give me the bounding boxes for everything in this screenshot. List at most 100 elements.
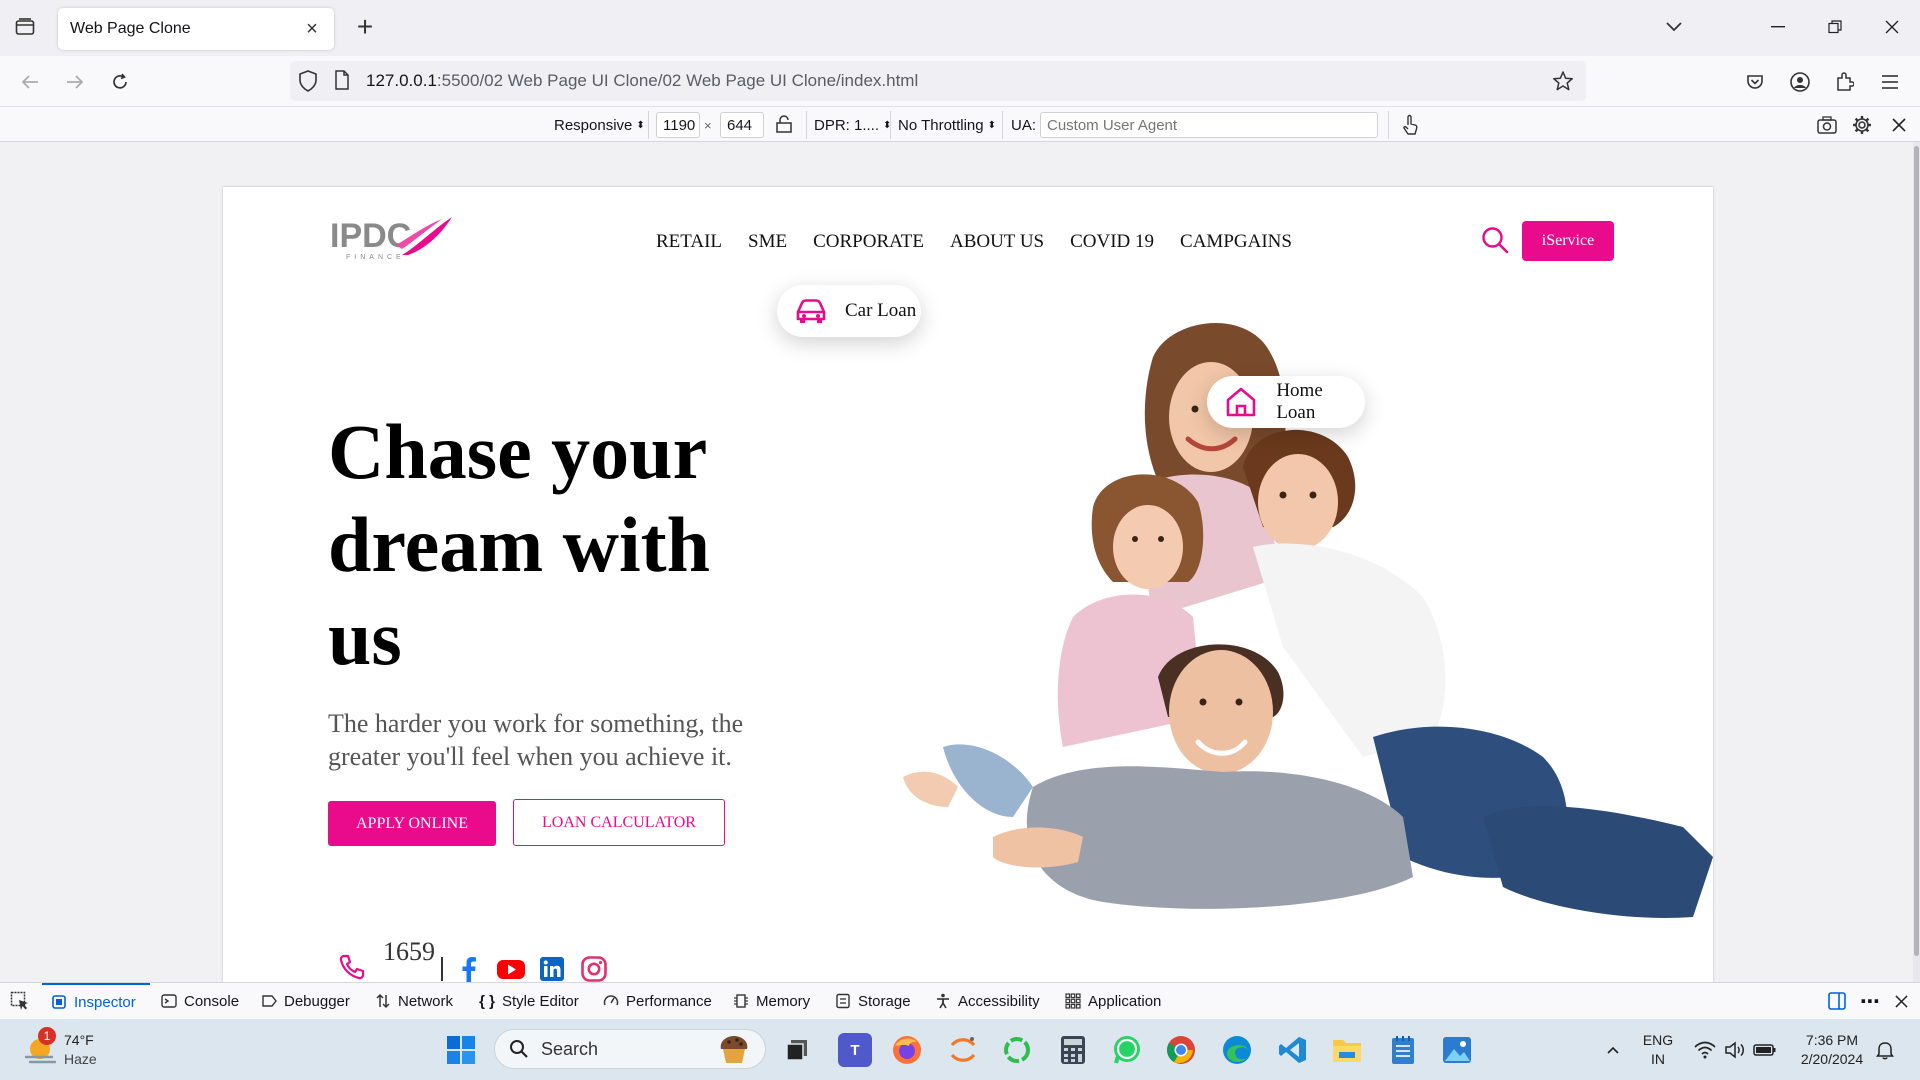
volume-icon[interactable] [1718,1033,1752,1067]
search-icon[interactable] [1480,225,1510,255]
bookmark-star-icon[interactable] [1552,70,1574,97]
throttling-selector[interactable]: No Throttling ⬍ [898,113,996,137]
start-windows-icon[interactable] [444,1033,478,1067]
youtube-icon[interactable] [496,955,525,982]
clock[interactable]: 7:36 PM 2/20/2024 [1786,1031,1878,1069]
edge-icon[interactable] [1220,1033,1254,1067]
show-hidden-icons-chevron[interactable] [1596,1033,1630,1067]
network-icon [374,992,392,1010]
tab-memory[interactable]: Memory [732,983,810,1019]
more-options-icon[interactable]: ⋯ [1860,983,1880,1019]
task-view-icon[interactable] [780,1033,814,1067]
dpr-selector[interactable]: DPR: 1.... ⬍ [814,113,891,137]
tab-network[interactable]: Network [374,983,453,1019]
separator [648,111,649,139]
storage-icon [834,992,852,1010]
extensions-icon[interactable] [1828,66,1860,98]
tab-application-label: Application [1088,992,1162,1010]
tab-storage[interactable]: Storage [834,983,911,1019]
close-window-icon[interactable] [1877,12,1907,42]
reload-icon[interactable] [104,66,136,98]
restore-icon[interactable] [1820,12,1850,42]
jupyter-icon[interactable] [946,1033,980,1067]
tab-inspector[interactable]: Inspector [42,983,150,1019]
rotate-icon[interactable] [774,113,794,137]
tab-performance[interactable]: Performance [602,983,712,1019]
tab-storage-label: Storage [858,992,911,1010]
taskbar-search-box[interactable]: Search [494,1029,766,1069]
scrollbar-thumb[interactable] [1914,146,1919,956]
chrome-icon[interactable] [1164,1033,1198,1067]
separator [1388,111,1389,139]
instagram-icon[interactable] [580,955,608,982]
pocket-icon[interactable] [1739,66,1771,98]
address-bar[interactable]: 127.0.0.1:5500/02 Web Page UI Clone/02 W… [290,61,1586,101]
menu-item-retail[interactable]: RETAIL [656,231,722,253]
language-code: ENG [1642,1032,1674,1048]
viewport-width-input[interactable]: 1190 [656,112,700,138]
viewport-height-input[interactable]: 644 [720,112,764,138]
list-all-tabs-icon[interactable] [12,14,38,40]
menu-item-about-us[interactable]: ABOUT US [950,231,1044,253]
new-tab-icon[interactable]: + [350,13,380,43]
file-explorer-icon[interactable] [1330,1033,1364,1067]
vscode-icon[interactable] [1276,1033,1310,1067]
language-indicator[interactable]: ENG IN [1638,1031,1678,1069]
wifi-icon[interactable] [1688,1033,1722,1067]
battery-icon[interactable] [1748,1033,1782,1067]
phone-icon[interactable] [338,953,366,982]
tab-style-editor-label: Style Editor [502,992,579,1010]
tab-title: Web Page Clone [70,20,191,37]
calculator-icon[interactable] [1056,1033,1090,1067]
linkedin-icon[interactable] [538,955,566,982]
braces-icon: { } [479,992,495,1010]
element-picker-icon[interactable] [10,983,30,1019]
close-devtools-icon[interactable] [1895,983,1908,1019]
firefox-icon[interactable] [890,1033,924,1067]
home-loan-badge[interactable]: Home Loan [1207,376,1365,428]
tab-accessibility[interactable]: Accessibility [934,983,1040,1019]
tab-console[interactable]: Console [160,983,239,1019]
tab-close-icon[interactable]: × [302,18,322,40]
browser-tab[interactable]: Web Page Clone × [58,8,334,50]
tab-application[interactable]: Application [1064,983,1161,1019]
notepad-icon[interactable] [1386,1033,1420,1067]
notification-bell-icon[interactable] [1868,1033,1902,1067]
viewport-scrollbar[interactable] [1913,142,1920,982]
page-icon [334,70,350,95]
user-agent-input[interactable] [1040,112,1378,138]
ipdc-logo[interactable]: IPDC FINANCE [330,215,454,261]
car-loan-badge[interactable]: Car Loan [777,285,921,337]
account-icon[interactable] [1784,66,1816,98]
forward-icon[interactable] [59,66,91,98]
photos-icon[interactable] [1440,1033,1474,1067]
back-icon[interactable] [14,66,46,98]
apply-online-button[interactable]: APPLY ONLINE [328,801,496,846]
menu-item-campgains[interactable]: CAMPGAINS [1180,231,1292,253]
touch-simulation-icon[interactable] [1400,113,1420,137]
close-rdm-icon[interactable] [1892,113,1906,137]
iservice-button[interactable]: iService [1522,221,1614,261]
teams-icon[interactable]: T [838,1033,872,1067]
hero-title: Chase your dream with us [328,408,711,681]
screenshot-icon[interactable] [1816,113,1838,137]
whatsapp-icon[interactable] [1110,1033,1144,1067]
minimize-icon[interactable] [1763,12,1793,42]
tab-network-label: Network [398,992,454,1010]
app-menu-icon[interactable] [1874,66,1906,98]
tab-style-editor[interactable]: { } Style Editor [478,983,579,1019]
navigation-toolbar: 127.0.0.1:5500/02 Web Page UI Clone/02 W… [0,56,1920,106]
sync-app-icon[interactable] [1000,1033,1034,1067]
device-selector[interactable]: Responsive ⬍ [554,113,645,137]
menu-item-sme[interactable]: SME [748,231,787,253]
loan-calculator-button[interactable]: LOAN CALCULATOR [513,799,725,846]
main-menu: RETAIL SME CORPORATE ABOUT US COVID 19 C… [656,231,1292,253]
shield-icon[interactable] [298,70,318,97]
menu-item-corporate[interactable]: CORPORATE [813,231,924,253]
settings-gear-icon[interactable] [1852,113,1872,137]
chevron-down-icon[interactable] [1662,14,1686,38]
menu-item-covid-19[interactable]: COVID 19 [1070,231,1154,253]
dock-side-icon[interactable] [1827,983,1847,1019]
tab-debugger[interactable]: Debugger [260,983,350,1019]
facebook-icon[interactable] [455,955,483,982]
